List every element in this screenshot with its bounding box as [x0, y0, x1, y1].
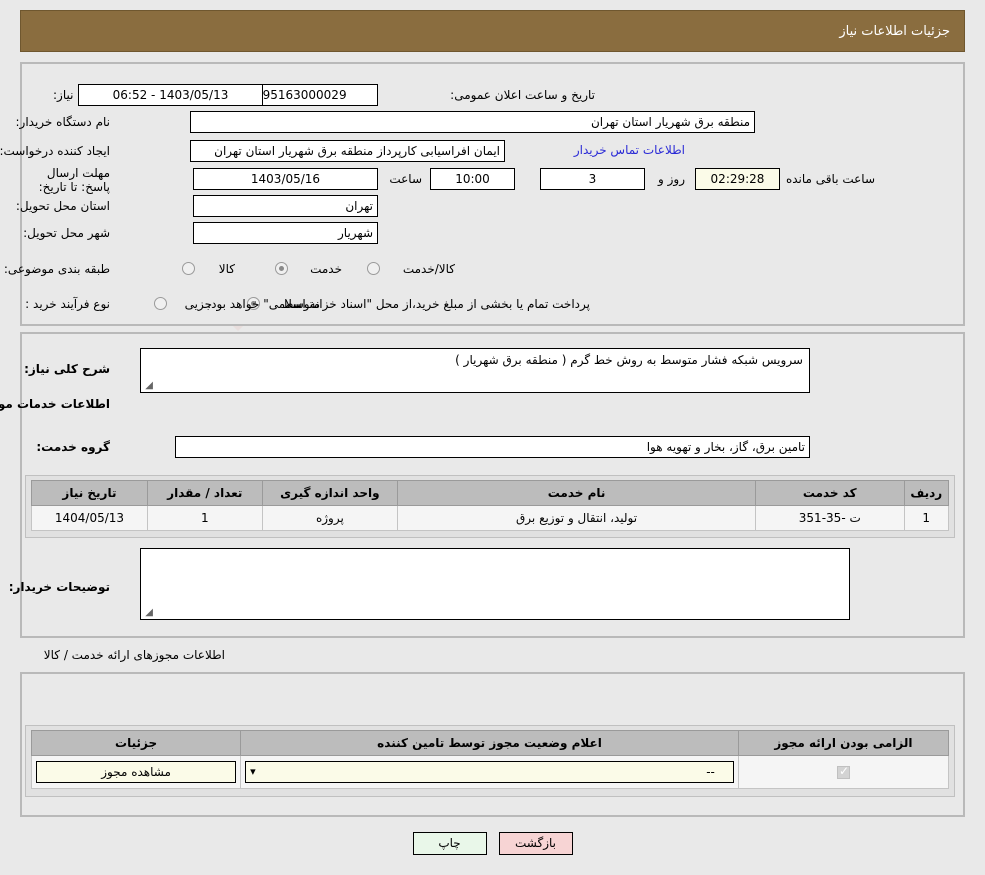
- services-table-header-row: ردیف کد خدمت نام خدمت واحد اندازه گیری ت…: [31, 480, 949, 506]
- announce-datetime-value: 1403/05/13 - 06:52: [78, 84, 263, 106]
- chevron-down-icon: ▾: [250, 765, 256, 778]
- col-service-name: نام خدمت: [397, 480, 757, 506]
- category-radio-kala-khedmat[interactable]: [367, 262, 380, 275]
- table-row: 1 ت -35-351 تولید، انتقال و توزیع برق پر…: [31, 505, 949, 531]
- resize-grip-icon[interactable]: ◢: [143, 381, 153, 391]
- footer-actions: بازگشت چاپ: [0, 832, 985, 855]
- days-remaining-value: 3: [540, 168, 645, 190]
- category-label-khedmat: خدمت: [310, 262, 342, 276]
- table-row: ▾ -- مشاهده مجوز: [30, 755, 950, 789]
- delivery-province-value: تهران: [193, 195, 378, 217]
- payment-note: پرداخت تمام یا بخشی از مبلغ خرید،از محل …: [207, 297, 590, 311]
- permit-status-value: --: [706, 765, 715, 779]
- services-table: ردیف کد خدمت نام خدمت واحد اندازه گیری ت…: [31, 480, 949, 531]
- cell-permit-status: ▾ --: [240, 755, 739, 789]
- announce-datetime-label: تاریخ و ساعت اعلان عمومی:: [450, 88, 595, 102]
- permits-heading: اطلاعات مجوزهای ارائه خدمت / کالا: [43, 648, 225, 662]
- buyer-org-label: نام دستگاه خریدار:: [15, 115, 111, 129]
- process-radio-jozei[interactable]: [154, 297, 167, 310]
- purchase-process-label: نوع فرآیند خرید :: [25, 297, 110, 311]
- category-radio-kala[interactable]: [182, 262, 195, 275]
- col-permit-details: جزئیات: [30, 730, 242, 756]
- buyer-org-value: منطقه برق شهریار استان تهران: [190, 111, 755, 133]
- back-button[interactable]: بازگشت: [498, 832, 573, 855]
- permit-required-checkbox: [836, 764, 850, 779]
- col-need-date: تاریخ نیاز: [31, 480, 148, 506]
- view-permit-button[interactable]: مشاهده مجوز: [36, 761, 237, 783]
- remaining-suffix-label: ساعت باقی مانده: [785, 172, 875, 186]
- print-button[interactable]: چاپ: [412, 832, 487, 855]
- deadline-label: مهلت ارسال پاسخ: تا تاریخ:: [38, 166, 110, 194]
- cell-permit-required: [737, 755, 950, 789]
- cell-row: 1: [903, 505, 949, 531]
- cell-quantity: 1: [146, 505, 263, 531]
- resize-grip-icon[interactable]: ◢: [143, 608, 153, 618]
- request-creator-value: ایمان افراسیابی کارپرداز منطقه برق شهریا…: [190, 140, 505, 162]
- cell-service-code: ت -35-351: [755, 505, 905, 531]
- services-info-heading: اطلاعات خدمات مورد نیاز: [0, 397, 110, 411]
- permit-status-select[interactable]: ▾ --: [245, 761, 734, 783]
- col-unit: واحد اندازه گیری: [261, 480, 399, 506]
- cell-permit-details: مشاهده مجوز: [30, 755, 242, 789]
- delivery-province-label: استان محل تحویل:: [15, 199, 110, 213]
- buyer-notes-label: توضیحات خریدار:: [8, 580, 110, 594]
- category-label-kala: کالا: [218, 262, 235, 276]
- cell-need-date: 1404/05/13: [31, 505, 148, 531]
- delivery-city-label: شهر محل تحویل:: [23, 226, 110, 240]
- tender-details-page: AriaTender.net جزئیات اطلاعات نیاز شماره…: [0, 0, 985, 875]
- days-word-label: روز و: [658, 172, 685, 186]
- col-quantity: تعداد / مقدار: [146, 480, 263, 506]
- cell-unit: پروژه: [261, 505, 399, 531]
- col-permit-required: الزامی بودن ارائه مجوز: [737, 730, 950, 756]
- general-description-textarea[interactable]: سرویس شبکه فشار متوسط به روش خط گرم ( من…: [140, 348, 810, 393]
- deadline-hour-value: 10:00: [430, 168, 515, 190]
- category-radio-khedmat[interactable]: [275, 262, 288, 275]
- permits-table: الزامی بودن ارائه مجوز اعلام وضعیت مجوز …: [30, 730, 950, 789]
- service-group-value: تامین برق، گاز، بخار و تهویه هوا: [175, 436, 810, 458]
- category-label-kala-khedmat: کالا/خدمت: [402, 262, 455, 276]
- cell-service-name: تولید، انتقال و توزیع برق: [397, 505, 757, 531]
- countdown-timer-value: 02:29:28: [695, 168, 780, 190]
- deadline-date-value: 1403/05/16: [193, 168, 378, 190]
- page-title-bar: جزئیات اطلاعات نیاز: [20, 10, 965, 52]
- page-title: جزئیات اطلاعات نیاز: [839, 23, 950, 39]
- subject-category-label: طبقه بندی موضوعی:: [3, 262, 110, 276]
- request-creator-label: ایجاد کننده درخواست:: [0, 144, 110, 158]
- col-permit-status: اعلام وضعیت مجوز توسط تامین کننده: [240, 730, 739, 756]
- buyer-notes-textarea[interactable]: ◢: [140, 548, 850, 620]
- service-group-label: گروه خدمت:: [36, 440, 110, 454]
- permits-table-header-row: الزامی بودن ارائه مجوز اعلام وضعیت مجوز …: [30, 730, 950, 756]
- general-description-value: سرویس شبکه فشار متوسط به روش خط گرم ( من…: [455, 353, 803, 367]
- col-row: ردیف: [903, 480, 949, 506]
- buyer-contact-link[interactable]: اطلاعات تماس خریدار: [574, 143, 685, 157]
- col-service-code: کد خدمت: [755, 480, 905, 506]
- general-description-label: شرح کلی نیاز:: [24, 362, 110, 376]
- delivery-city-value: شهریار: [193, 222, 378, 244]
- deadline-hour-label: ساعت: [389, 172, 422, 186]
